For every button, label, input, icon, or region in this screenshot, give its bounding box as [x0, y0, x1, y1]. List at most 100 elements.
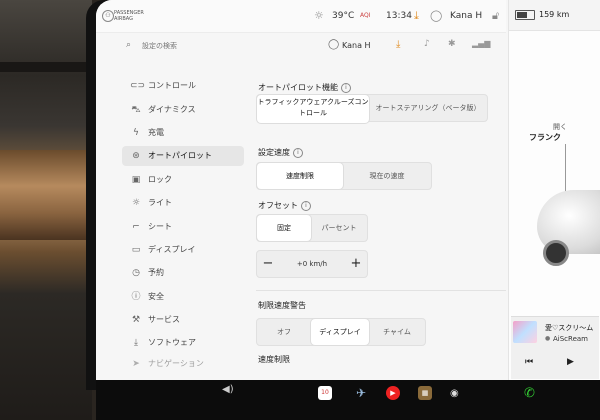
toggle-icon: ⊂⊃ [130, 81, 146, 91]
youtube-icon[interactable]: ▶ [386, 386, 400, 400]
aqi-label: AQI [360, 12, 371, 19]
phone-icon[interactable]: ✆ [524, 386, 535, 401]
sidebar-item-safety[interactable]: ⓘ 安全 [122, 287, 244, 307]
user-icon[interactable]: ◯ [430, 9, 442, 22]
offset-title-text: オフセット [258, 201, 298, 210]
settings-sidebar: ⊂⊃ コントロール ⛍ ダイナミクス ϟ 充電 ⊛ オートパイロット ▣ ロック ☼ ライト… [96, 62, 244, 380]
option-speed-limit[interactable]: 速度制限 [257, 163, 343, 189]
info-icon[interactable]: i [301, 201, 311, 211]
status-user-name[interactable]: Kana H [450, 11, 482, 21]
clock: 13:34 [386, 11, 412, 21]
sidebar-item-label: ディスプレイ [148, 245, 196, 254]
sidebar-item-label: サービス [148, 315, 180, 324]
option-percent[interactable]: パーセント [311, 215, 367, 241]
taskbar: ◀) 10 ✈ ▶ ▦ ◉ ✆ [96, 380, 600, 420]
signal-icon: ▂▄▆ [472, 39, 491, 48]
camera-icon[interactable]: ◉ [450, 388, 459, 399]
option-off[interactable]: オフ [257, 319, 311, 345]
speed-warning-selector: オフ ディスプレイ チャイム [256, 318, 426, 346]
car-wheel [543, 240, 569, 266]
sidebar-item-charging[interactable]: ϟ 充電 [122, 123, 244, 143]
bell-icon[interactable]: ♪ [424, 39, 430, 49]
sidebar-item-seats[interactable]: ⌐ シート [122, 217, 244, 237]
sidebar-item-label: ダイナミクス [148, 105, 196, 114]
car-icon: ⛍ [131, 105, 141, 115]
sidebar-item-label: ライト [148, 198, 172, 207]
previous-track-icon[interactable]: ⏮ [525, 357, 533, 367]
sidebar-item-lights[interactable]: ☼ ライト [122, 193, 244, 213]
sidebar-item-label: 安全 [148, 292, 164, 301]
status-bar: ⚇ PASSENGER AIRBAG ☼ 39°C AQI 13:34 ⤓ ◯ … [96, 0, 506, 33]
battery-range: 159 km [539, 10, 570, 19]
info-icon[interactable]: i [341, 83, 351, 93]
car-interior-left [0, 0, 92, 420]
option-current-speed[interactable]: 現在の速度 [343, 163, 431, 189]
info-icon[interactable]: i [293, 148, 303, 158]
car-status-panel: 159 km 開く フランク 愛♡スクリ〜ム ● AiScReam ⏮ ▶ [508, 0, 600, 380]
sun-icon: ☼ [131, 198, 141, 208]
sun-icon: ☼ [314, 9, 324, 22]
airbag-label-2: AIRBAG [114, 16, 134, 22]
download-icon[interactable]: ⤓ [396, 39, 400, 50]
set-speed-selector: 速度制限 現在の速度 [256, 162, 432, 190]
option-chime[interactable]: チャイム [369, 319, 425, 345]
frunk-label[interactable]: フランク [529, 132, 561, 143]
option-tacc[interactable]: トラフィックアウェアクルーズコントロール [257, 95, 369, 123]
feature-title-text: オートパイロット機能 [258, 83, 338, 92]
offset-stepper: − +0 km/h + [256, 250, 368, 278]
sidebar-item-dynamics[interactable]: ⛍ ダイナミクス [122, 100, 244, 120]
sidebar-item-schedule[interactable]: ◷ 予約 [122, 263, 244, 283]
feature-title: オートパイロット機能 i [258, 82, 351, 93]
profile-name[interactable]: Kana H [342, 41, 371, 50]
sidebar-item-label: オートパイロット [148, 151, 212, 160]
sidebar-item-label: ナビゲーション [148, 359, 204, 368]
search-icon: ⌕ [126, 40, 132, 50]
sidebar-item-label: ソフトウェア [148, 338, 196, 347]
download-icon[interactable]: ⤓ [414, 9, 419, 23]
search-input[interactable] [140, 38, 274, 54]
sidebar-item-label: シート [148, 222, 172, 231]
offset-mode-selector: 固定 パーセント [256, 214, 368, 242]
decrease-button[interactable]: − [257, 251, 279, 277]
navigation-icon: ➤ [132, 359, 140, 369]
user-icon: ◯ [328, 39, 340, 50]
calendar-icon[interactable]: 10 [318, 386, 332, 400]
autopilot-feature-selector: トラフィックアウェアクルーズコントロール オートステアリング（ベータ版） [256, 94, 488, 123]
info-icon: ⓘ [131, 292, 141, 302]
airbag-icon: ⚇ [102, 10, 114, 22]
sidebar-item-display[interactable]: ▭ ディスプレイ [122, 240, 244, 260]
display-icon: ▭ [131, 245, 141, 255]
frunk-open-label[interactable]: 開く [553, 122, 567, 132]
sidebar-item-locks[interactable]: ▣ ロック [122, 170, 244, 190]
sidebar-item-autopilot[interactable]: ⊛ オートパイロット [122, 146, 244, 166]
sidebar-item-software[interactable]: ⤓ ソフトウェア [122, 333, 244, 353]
range-bar: 159 km [509, 0, 600, 31]
media-artist: AiScReam [553, 335, 588, 343]
bluetooth-icon[interactable]: ✱ [448, 39, 456, 49]
option-display[interactable]: ディスプレイ [311, 319, 369, 345]
volume-icon[interactable]: ◀) [222, 384, 234, 395]
wood-trim [0, 150, 92, 240]
sidebar-item-controls[interactable]: ⊂⊃ コントロール [122, 76, 244, 96]
clock-icon: ◷ [132, 268, 140, 278]
media-player: 愛♡スクリ〜ム ● AiScReam ⏮ ▶ [511, 316, 599, 379]
increase-button[interactable]: + [345, 251, 367, 277]
offset-value: +0 km/h [296, 260, 328, 268]
battery-icon [515, 10, 535, 20]
sidebar-item-label: コントロール [148, 81, 196, 90]
speed-title-text: 設定速度 [258, 148, 290, 157]
outside-temperature: 39°C [332, 11, 355, 21]
sidebar-item-label: 充電 [148, 128, 164, 137]
arcade-icon[interactable]: ▦ [418, 386, 432, 400]
rocket-icon[interactable]: ✈ [356, 386, 366, 400]
passenger-airbag-indicator: PASSENGER AIRBAG [114, 10, 144, 22]
sidebar-item-service[interactable]: ⚒ サービス [122, 310, 244, 330]
option-autosteer[interactable]: オートステアリング（ベータ版） [369, 95, 487, 121]
bolt-icon: ϟ [133, 128, 139, 138]
sidebar-item-navigation[interactable]: ➤ ナビゲーション [122, 354, 244, 374]
touchscreen: ⚇ PASSENGER AIRBAG ☼ 39°C AQI 13:34 ⤓ ◯ … [96, 0, 600, 380]
lock-icon[interactable]: 🔓︎ [492, 9, 499, 23]
play-icon[interactable]: ▶ [567, 357, 574, 367]
option-fixed[interactable]: 固定 [257, 215, 311, 241]
sidebar-item-label: ロック [148, 175, 172, 184]
